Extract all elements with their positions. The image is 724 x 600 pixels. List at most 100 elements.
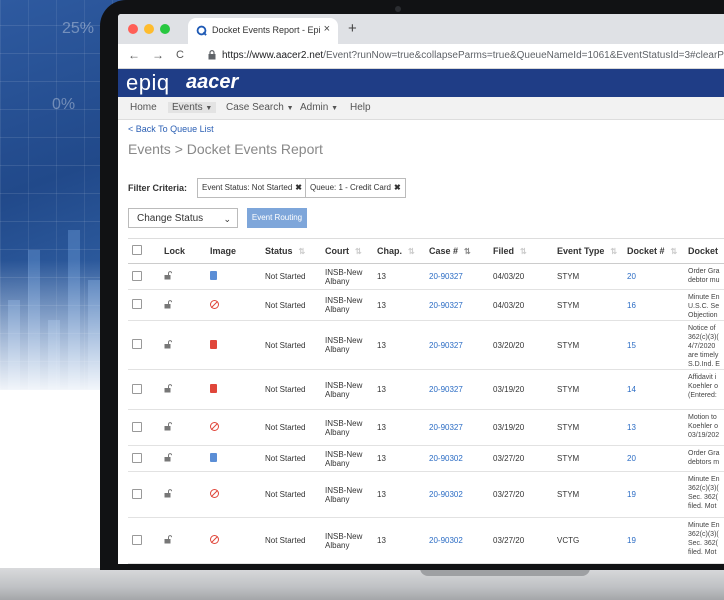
epiq-logo[interactable]: epiq: [126, 70, 170, 96]
case-number-link[interactable]: 20-90302: [429, 454, 463, 463]
column-header-label: Chap.: [377, 246, 403, 256]
docket-text-line: are timely: [688, 352, 719, 359]
window-close-dot[interactable]: [128, 24, 138, 34]
no-image-icon: [210, 489, 219, 498]
court-cell: INSB-New Albany: [321, 263, 373, 290]
image-cell: [206, 445, 261, 472]
case-number-link[interactable]: 20-90327: [429, 272, 463, 281]
pdf-document-icon[interactable]: [210, 384, 217, 393]
docket-text-line: filed. Mot: [688, 503, 717, 510]
reload-icon[interactable]: C: [176, 49, 184, 61]
browser-tab[interactable]: Docket Events Report - Epiq S ×: [188, 18, 338, 44]
docket-number-link[interactable]: 19: [627, 490, 636, 499]
docket-number-link[interactable]: 16: [627, 301, 636, 310]
docket-number-link[interactable]: 19: [627, 536, 636, 545]
menu-item-admin[interactable]: Admin ▼: [300, 102, 338, 113]
laptop-base: [0, 568, 724, 600]
document-icon[interactable]: [210, 453, 217, 462]
case-number-link[interactable]: 20-90327: [429, 385, 463, 394]
unlock-icon[interactable]: [164, 453, 173, 462]
forward-arrow-icon[interactable]: →: [152, 48, 164, 62]
column-header-label: Lock: [164, 246, 186, 256]
docket-events-table: Lock Image Status ⇅ Court ⇅ Chap. ⇅ Case # ⇅…: [128, 238, 724, 564]
tab-close-icon[interactable]: ×: [324, 23, 330, 35]
docket-number-link[interactable]: 20: [627, 454, 636, 463]
menu-item-home[interactable]: Home: [130, 102, 157, 113]
table-row: Not Started INSB-New Albany 13 20-90302 03/2…: [128, 517, 724, 564]
column-header-event-type[interactable]: Event Type ⇅: [553, 238, 623, 264]
column-header-status[interactable]: Status ⇅: [261, 238, 321, 264]
aacer-logo[interactable]: aacer: [186, 71, 238, 94]
tab-title: Docket Events Report - Epiq S: [212, 25, 320, 35]
row-checkbox[interactable]: [132, 488, 142, 499]
sort-icon: ⇅: [464, 247, 471, 256]
status-cell: Not Started: [261, 289, 321, 321]
column-header-court[interactable]: Court ⇅: [321, 238, 373, 264]
column-header-label: Status: [265, 246, 293, 256]
table-header-row: Lock Image Status ⇅ Court ⇅ Chap. ⇅ Case # ⇅…: [128, 238, 724, 264]
change-status-select[interactable]: Change Status ⌄: [128, 208, 238, 228]
case-number-link[interactable]: 20-90302: [429, 490, 463, 499]
table-row: Not Started INSB-New Albany 13 20-90327 03/2…: [128, 320, 724, 370]
court-cell: INSB-New Albany: [321, 517, 373, 564]
new-tab-button[interactable]: +: [348, 20, 357, 37]
court-cell: INSB-New Albany: [321, 369, 373, 410]
status-cell: Not Started: [261, 445, 321, 472]
url-field[interactable]: https://www.aacer2.net/Event?runNow=true…: [222, 50, 724, 61]
case-number-link[interactable]: 20-90327: [429, 423, 463, 432]
unlock-icon[interactable]: [164, 299, 173, 309]
docket-number-link[interactable]: 13: [627, 423, 636, 432]
unlock-icon[interactable]: [164, 339, 173, 349]
unlock-icon[interactable]: [164, 384, 173, 393]
chapter-cell: 13: [373, 320, 425, 370]
menu-item-help[interactable]: Help: [350, 102, 371, 113]
filed-date-cell: 03/19/20: [489, 409, 553, 446]
unlock-icon[interactable]: [164, 489, 173, 498]
unlock-icon[interactable]: [164, 271, 173, 280]
row-checkbox[interactable]: [132, 339, 142, 349]
docket-number-link[interactable]: 15: [627, 341, 636, 350]
case-number-link[interactable]: 20-90302: [429, 536, 463, 545]
case-number-link[interactable]: 20-90327: [429, 341, 463, 350]
unlock-icon[interactable]: [164, 422, 173, 431]
back-arrow-icon[interactable]: ←: [128, 48, 140, 62]
remove-filter-icon[interactable]: ✖: [394, 183, 401, 192]
back-to-queue-link[interactable]: < Back To Queue List: [128, 124, 214, 134]
column-header-docket-number[interactable]: Docket # ⇅: [623, 238, 684, 264]
row-checkbox[interactable]: [132, 383, 142, 394]
column-header-filed[interactable]: Filed ⇅: [489, 238, 553, 264]
background-percent-25: 25%: [62, 20, 95, 37]
docket-number-cell: 15: [623, 320, 684, 370]
menu-item-events[interactable]: Events ▼: [168, 102, 217, 113]
column-header-chap[interactable]: Chap. ⇅: [373, 238, 425, 264]
row-checkbox[interactable]: [132, 421, 142, 432]
unlock-icon[interactable]: [164, 535, 173, 544]
row-checkbox[interactable]: [132, 452, 142, 463]
docket-text-line: Minute En: [688, 294, 720, 301]
sort-icon: ⇅: [355, 247, 362, 256]
row-checkbox[interactable]: [132, 299, 142, 309]
event-type-cell: STYM: [553, 263, 623, 290]
docket-number-link[interactable]: 20: [627, 272, 636, 281]
docket-number-link[interactable]: 14: [627, 385, 636, 394]
remove-filter-icon[interactable]: ✖: [295, 183, 302, 192]
filter-chip-event-status: Event Status: Not Started ✖: [197, 178, 307, 198]
row-checkbox-cell: [128, 263, 160, 290]
docket-number-cell: 20: [623, 445, 684, 472]
column-header-docket-text[interactable]: Docket: [684, 238, 724, 264]
image-cell: [206, 517, 261, 564]
row-checkbox[interactable]: [132, 534, 142, 545]
column-header-lock[interactable]: Lock: [160, 238, 206, 264]
document-icon[interactable]: [210, 271, 217, 280]
row-checkbox[interactable]: [132, 270, 142, 281]
column-header-case[interactable]: Case # ⇅: [425, 238, 489, 264]
menu-item-case-search[interactable]: Case Search ▼: [226, 102, 294, 113]
event-routing-button[interactable]: Event Routing: [247, 208, 307, 228]
window-zoom-dot[interactable]: [160, 24, 170, 34]
select-all-checkbox[interactable]: [132, 245, 142, 255]
column-header-image[interactable]: Image: [206, 238, 261, 264]
window-minimize-dot[interactable]: [144, 24, 154, 34]
case-number-link[interactable]: 20-90327: [429, 301, 463, 310]
pdf-document-icon[interactable]: [210, 339, 217, 349]
row-checkbox-cell: [128, 471, 160, 518]
